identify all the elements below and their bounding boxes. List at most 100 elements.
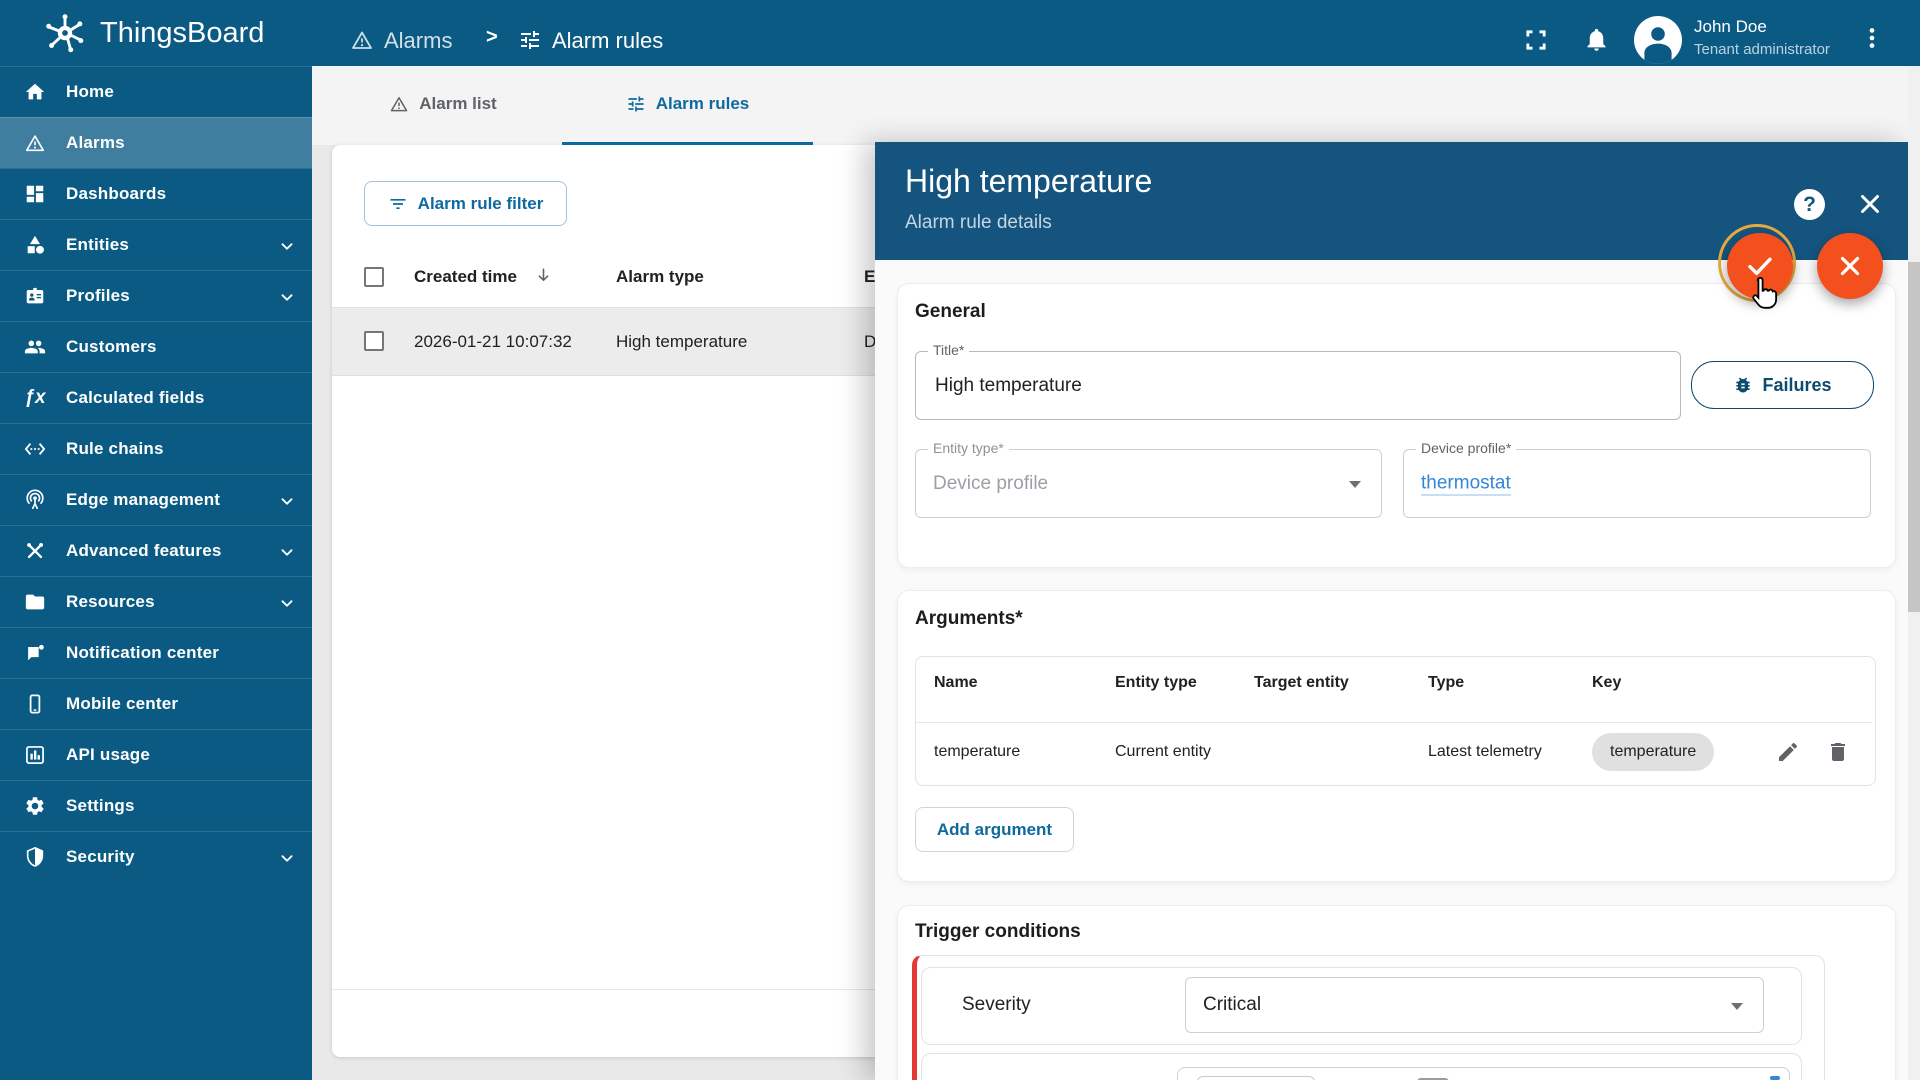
cell-created-time: 2026-01-21 10:07:32 (414, 332, 572, 351)
chevron-down-icon (276, 490, 296, 510)
active-tab-underline (562, 142, 813, 145)
arguments-header-divider (916, 722, 1873, 723)
failures-button[interactable]: Failures (1691, 361, 1874, 409)
customers-icon (24, 340, 46, 354)
apply-changes-fab[interactable] (1727, 233, 1793, 299)
dropdown-caret-icon (1349, 481, 1361, 488)
tab-alarm-rules[interactable]: Alarm rules (562, 66, 813, 142)
mobile-center-icon (29, 694, 41, 714)
column-header-alarm-type[interactable]: Alarm type (616, 267, 704, 287)
sidebar-item-label: Home (66, 82, 115, 101)
alarm-rules-breadcrumb-icon (518, 28, 542, 52)
tab-label: Alarm rules (655, 94, 750, 113)
sidebar-item-dashboards[interactable]: Dashboards (0, 168, 312, 219)
general-heading: General (915, 301, 986, 322)
close-panel-icon[interactable] (1855, 189, 1885, 219)
bug-icon (1736, 377, 1751, 393)
arg-cell-name: temperature (934, 743, 1021, 760)
row-checkbox[interactable] (364, 331, 384, 351)
sidebar-item-label: Security (66, 847, 135, 866)
sidebar-item-home[interactable]: Home (0, 66, 312, 117)
device-profile-field[interactable]: Device profile* thermostat (1403, 440, 1871, 518)
entities-icon (27, 235, 44, 254)
sidebar-item-settings[interactable]: Settings (0, 780, 312, 831)
general-card (897, 283, 1896, 568)
sidebar-item-label: Resources (66, 592, 155, 611)
column-header-clipped[interactable]: E (864, 267, 875, 287)
sidebar-item-advanced-features[interactable]: Advanced features (0, 525, 312, 576)
avatar[interactable] (1634, 16, 1682, 64)
sidebar-item-edge-management[interactable]: Edge management (0, 474, 312, 525)
arg-cell-type: Latest telemetry (1428, 743, 1542, 760)
breadcrumb-separator: > (486, 26, 498, 48)
kebab-menu-icon[interactable] (1858, 24, 1886, 52)
severity-label: Severity (962, 994, 1031, 1015)
severity-select[interactable]: Critical (1185, 977, 1764, 1033)
sidebar-item-label: Profiles (66, 286, 130, 305)
title-input[interactable] (933, 373, 1625, 398)
key-chip-label: temperature (1610, 743, 1697, 760)
arg-col-type: Type (1428, 674, 1465, 691)
title-field-label: Title* (928, 342, 970, 358)
sidebar-item-rule-chains[interactable]: Rule chains (0, 423, 312, 474)
thingsboard-logo[interactable] (42, 10, 88, 56)
breadcrumb-page[interactable]: Alarm rules (552, 28, 663, 54)
edit-argument-icon[interactable] (1776, 740, 1800, 769)
home-icon (25, 83, 45, 100)
sidebar-item-security[interactable]: Security (0, 831, 312, 882)
sidebar-item-customers[interactable]: Customers (0, 321, 312, 372)
chevron-down-icon (276, 541, 296, 561)
edge-management-icon (26, 489, 44, 510)
function-icon: ƒx (24, 387, 46, 408)
fullscreen-icon[interactable] (1522, 26, 1550, 54)
discard-changes-fab[interactable] (1817, 233, 1883, 299)
tune-icon (628, 96, 644, 112)
tab-alarm-list[interactable]: Alarm list (368, 66, 518, 142)
delete-argument-icon[interactable] (1826, 740, 1850, 769)
device-profile-label: Device profile* (1416, 440, 1517, 456)
rule-chains-icon (24, 443, 46, 455)
entity-type-select[interactable]: Entity type* Device profile (915, 440, 1382, 518)
sidebar-item-label: Dashboards (66, 184, 167, 203)
breadcrumb-section[interactable]: Alarms (384, 28, 452, 54)
filter-button-label: Alarm rule filter (417, 193, 544, 213)
sidebar-item-label: Calculated fields (66, 388, 205, 407)
title-field[interactable]: Title* (915, 342, 1681, 420)
arg-cell-entity-type: Current entity (1115, 743, 1212, 760)
profiles-icon (26, 287, 44, 304)
help-icon[interactable]: ? (1794, 189, 1825, 220)
security-shield-icon (26, 846, 44, 867)
dashboards-icon (26, 185, 44, 203)
arg-col-key: Key (1592, 674, 1622, 691)
key-chip: temperature (1592, 733, 1715, 771)
alarms-warning-icon (25, 135, 45, 152)
sidebar-item-label: Customers (66, 337, 157, 356)
condition-field-stub[interactable] (1197, 1076, 1315, 1080)
sidebar-item-profiles[interactable]: Profiles (0, 270, 312, 321)
resources-folder-icon (25, 594, 45, 610)
scrollbar-thumb[interactable] (1908, 262, 1920, 612)
add-argument-button[interactable]: Add argument (915, 807, 1074, 852)
sidebar-item-alarms[interactable]: Alarms (0, 117, 312, 168)
sidebar-item-api-usage[interactable]: API usage (0, 729, 312, 780)
sidebar-item-label: Notification center (66, 643, 220, 662)
chevron-down-icon (276, 235, 296, 255)
device-profile-link[interactable]: thermostat (1421, 472, 1511, 495)
column-header-created-time[interactable]: Created time (414, 267, 517, 287)
select-all-checkbox[interactable] (364, 267, 384, 287)
notifications-bell-icon[interactable] (1583, 26, 1610, 53)
sort-desc-icon[interactable] (534, 266, 553, 290)
sidebar-item-notification-center[interactable]: Notification center (0, 627, 312, 678)
arguments-heading: Arguments* (915, 608, 1023, 629)
sidebar-item-resources[interactable]: Resources (0, 576, 312, 627)
sidebar-item-label: Alarms (66, 133, 125, 152)
severity-value: Critical (1203, 994, 1262, 1015)
api-usage-icon (26, 746, 44, 764)
sidebar-item-label: Entities (66, 235, 130, 254)
sidebar-item-label: Mobile center (66, 694, 179, 713)
sidebar-item-mobile-center[interactable]: Mobile center (0, 678, 312, 729)
entity-type-value: Device profile (933, 472, 1049, 494)
sidebar-item-calculated-fields[interactable]: ƒx Calculated fields (0, 372, 312, 423)
alarm-rule-filter-button[interactable]: Alarm rule filter (364, 181, 567, 226)
sidebar-item-entities[interactable]: Entities (0, 219, 312, 270)
